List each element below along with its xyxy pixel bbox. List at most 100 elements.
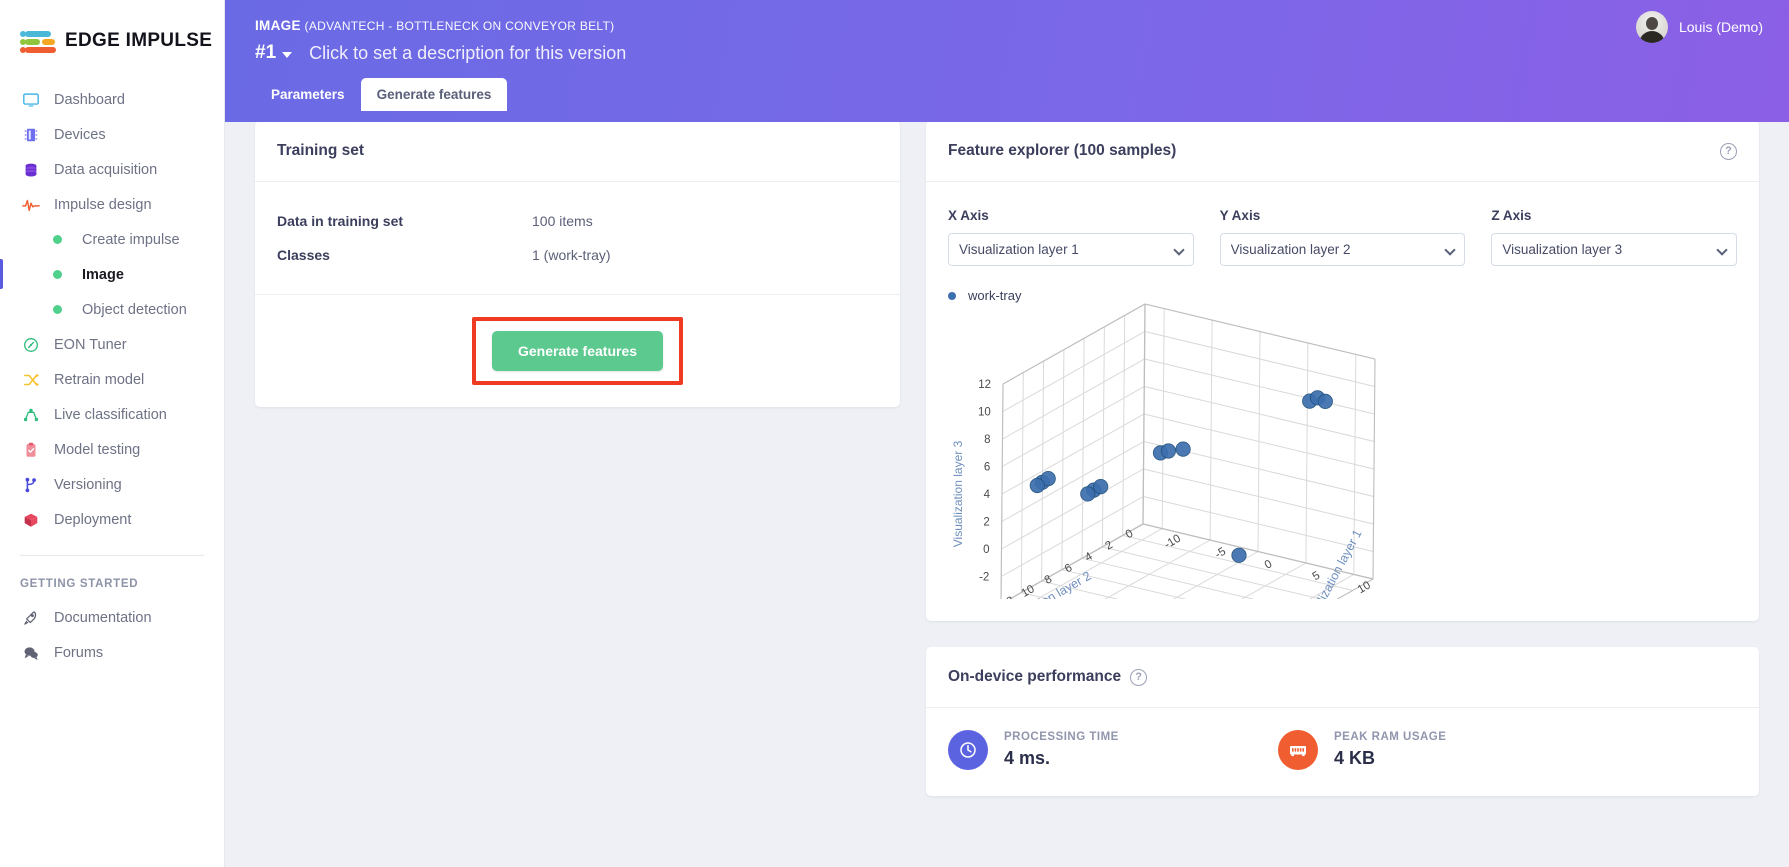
z-axis-group: Z Axis Visualization layer 3	[1491, 208, 1738, 266]
feature-explorer-plot[interactable]: -4-2024681012Visualization layer 3141210…	[948, 299, 1737, 660]
breadcrumb-project: (ADVANTECH - BOTTLENECK ON CONVEYOR BELT…	[304, 19, 615, 33]
sidebar-item-devices[interactable]: Devices	[0, 117, 224, 152]
generate-features-button[interactable]: Generate features	[491, 331, 664, 371]
sidebar-item-label: Devices	[54, 126, 106, 143]
row-key: Classes	[277, 247, 330, 263]
brand-name: EDGE IMPULSE	[65, 30, 213, 51]
right-column: Feature explorer (100 samples) ? X Axis …	[926, 121, 1759, 796]
x-axis-group: X Axis Visualization layer 1	[948, 208, 1194, 266]
ram-icon	[1278, 730, 1318, 770]
version-description[interactable]: Click to set a description for this vers…	[309, 43, 626, 64]
sidebar-item-label: Data acquisition	[54, 161, 158, 178]
version-row: #1 Click to set a description for this v…	[255, 42, 1789, 64]
app-root: EDGE IMPULSE Dashboard Devices Data acqu	[0, 0, 1789, 867]
sidebar-item-impulse-design[interactable]: Impulse design	[0, 187, 224, 222]
clipboard-check-icon	[20, 439, 42, 461]
training-set-title: Training set	[277, 142, 364, 159]
sidebar-item-object-detection[interactable]: Object detection	[0, 292, 224, 327]
waveform-icon	[20, 194, 42, 216]
rocket-icon	[20, 607, 42, 629]
svg-text:-2: -2	[979, 572, 989, 584]
green-dot-icon	[52, 229, 62, 251]
sidebar-item-forums[interactable]: Forums	[0, 635, 224, 670]
question-mark-icon[interactable]: ?	[1720, 142, 1737, 160]
sidebar-item-create-impulse[interactable]: Create impulse	[0, 222, 224, 257]
sidebar-item-retrain-model[interactable]: Retrain model	[0, 362, 224, 397]
x-axis-label: X Axis	[948, 208, 989, 223]
sidebar-item-label: EON Tuner	[54, 336, 127, 353]
chat-bubbles-icon	[20, 642, 42, 664]
svg-text:-5: -5	[1213, 546, 1228, 562]
y-axis-select[interactable]: Visualization layer 2	[1219, 233, 1466, 266]
breadcrumb: IMAGE (ADVANTECH - BOTTLENECK ON CONVEYO…	[255, 18, 1789, 33]
chip-icon	[20, 124, 42, 146]
table-row: Data in training set 100 items	[277, 204, 878, 238]
on-device-body: PROCESSING TIME 4 ms. PEAK RAM USAGE 4 K…	[926, 708, 1759, 796]
graph-node-icon	[20, 404, 42, 426]
feature-explorer-title: Feature explorer (100 samples)	[948, 142, 1177, 159]
metric-caption: PEAK RAM USAGE	[1334, 731, 1447, 743]
compass-icon	[20, 334, 42, 356]
svg-text:Visualization layer 3: Visualization layer 3	[951, 440, 965, 547]
breadcrumb-main: IMAGE	[255, 18, 301, 33]
sidebar-item-label: Image	[82, 266, 124, 283]
metric-value: 4 ms.	[1004, 748, 1051, 768]
sidebar-item-documentation[interactable]: Documentation	[0, 600, 224, 635]
database-icon	[20, 159, 42, 181]
user-menu[interactable]: Louis (Demo)	[1635, 11, 1763, 43]
sidebar-item-eon-tuner[interactable]: EON Tuner	[0, 327, 224, 362]
scatter-plot-3d[interactable]: -4-2024681012Visualization layer 3141210…	[948, 299, 1588, 660]
monitor-icon	[20, 89, 42, 111]
sidebar-item-live-classification[interactable]: Live classification	[0, 397, 224, 432]
tab-generate-features[interactable]: Generate features	[360, 78, 508, 111]
sidebar-item-deployment[interactable]: Deployment	[0, 502, 224, 537]
cube-icon	[20, 509, 42, 531]
left-column: Training set Data in training set 100 it…	[255, 121, 900, 796]
svg-text:Visualization layer 1: Visualization layer 1	[1300, 527, 1364, 599]
metric-processing-time: PROCESSING TIME 4 ms.	[948, 730, 1278, 770]
z-axis-select[interactable]: Visualization layer 3	[1491, 233, 1738, 266]
shuffle-icon	[20, 369, 42, 391]
on-device-title: On-device performance	[948, 668, 1122, 685]
metric-peak-ram: PEAK RAM USAGE 4 KB	[1278, 730, 1608, 770]
metric-caption: PROCESSING TIME	[1004, 731, 1119, 743]
x-axis-select[interactable]: Visualization layer 1	[948, 233, 1194, 266]
axis-selectors: X Axis Visualization layer 1 Y Axis Visu…	[948, 204, 1738, 266]
row-value: 1 (work-tray)	[532, 247, 611, 263]
row-key: Data in training set	[277, 213, 404, 229]
y-axis-group: Y Axis Visualization layer 2	[1219, 208, 1466, 266]
svg-text:-10: -10	[1163, 533, 1183, 552]
sidebar-item-label: Documentation	[54, 609, 152, 626]
question-mark-icon[interactable]: ?	[1130, 668, 1148, 686]
tab-parameters[interactable]: Parameters	[255, 78, 361, 111]
sidebar-item-versioning[interactable]: Versioning	[0, 467, 224, 502]
brand-logo[interactable]: EDGE IMPULSE	[0, 0, 224, 62]
svg-text:12: 12	[978, 379, 991, 391]
sidebar-item-image[interactable]: Image	[0, 257, 224, 292]
active-indicator	[0, 259, 3, 289]
sidebar-item-label: Versioning	[54, 476, 122, 493]
feature-explorer-header: Feature explorer (100 samples) ?	[926, 121, 1759, 182]
sidebar-section-getting-started: GETTING STARTED	[20, 578, 139, 590]
row-value: 100 items	[532, 213, 593, 229]
green-dot-icon	[52, 299, 62, 321]
green-dot-icon	[52, 264, 62, 286]
feature-explorer-body: X Axis Visualization layer 1 Y Axis Visu…	[926, 182, 1759, 660]
chevron-down-icon[interactable]	[282, 51, 293, 58]
sidebar-item-dashboard[interactable]: Dashboard	[0, 82, 224, 117]
version-number[interactable]: #1	[255, 42, 276, 64]
sidebar-item-label: Live classification	[54, 406, 167, 423]
svg-text:10: 10	[1356, 579, 1373, 596]
training-set-header: Training set	[255, 121, 900, 182]
svg-text:4: 4	[984, 489, 991, 501]
git-branch-icon	[20, 474, 42, 496]
sidebar-item-model-testing[interactable]: Model testing	[0, 432, 224, 467]
sidebar-item-label: Create impulse	[82, 231, 180, 248]
svg-text:6: 6	[984, 462, 990, 474]
sidebar-item-label: Deployment	[54, 511, 132, 528]
training-set-body: Data in training set 100 items Classes 1…	[255, 182, 900, 294]
clock-icon	[948, 730, 988, 770]
feature-explorer-card: Feature explorer (100 samples) ? X Axis …	[926, 121, 1759, 660]
header-tabs: Parameters Generate features	[255, 78, 1789, 111]
sidebar-item-data-acquisition[interactable]: Data acquisition	[0, 152, 224, 187]
